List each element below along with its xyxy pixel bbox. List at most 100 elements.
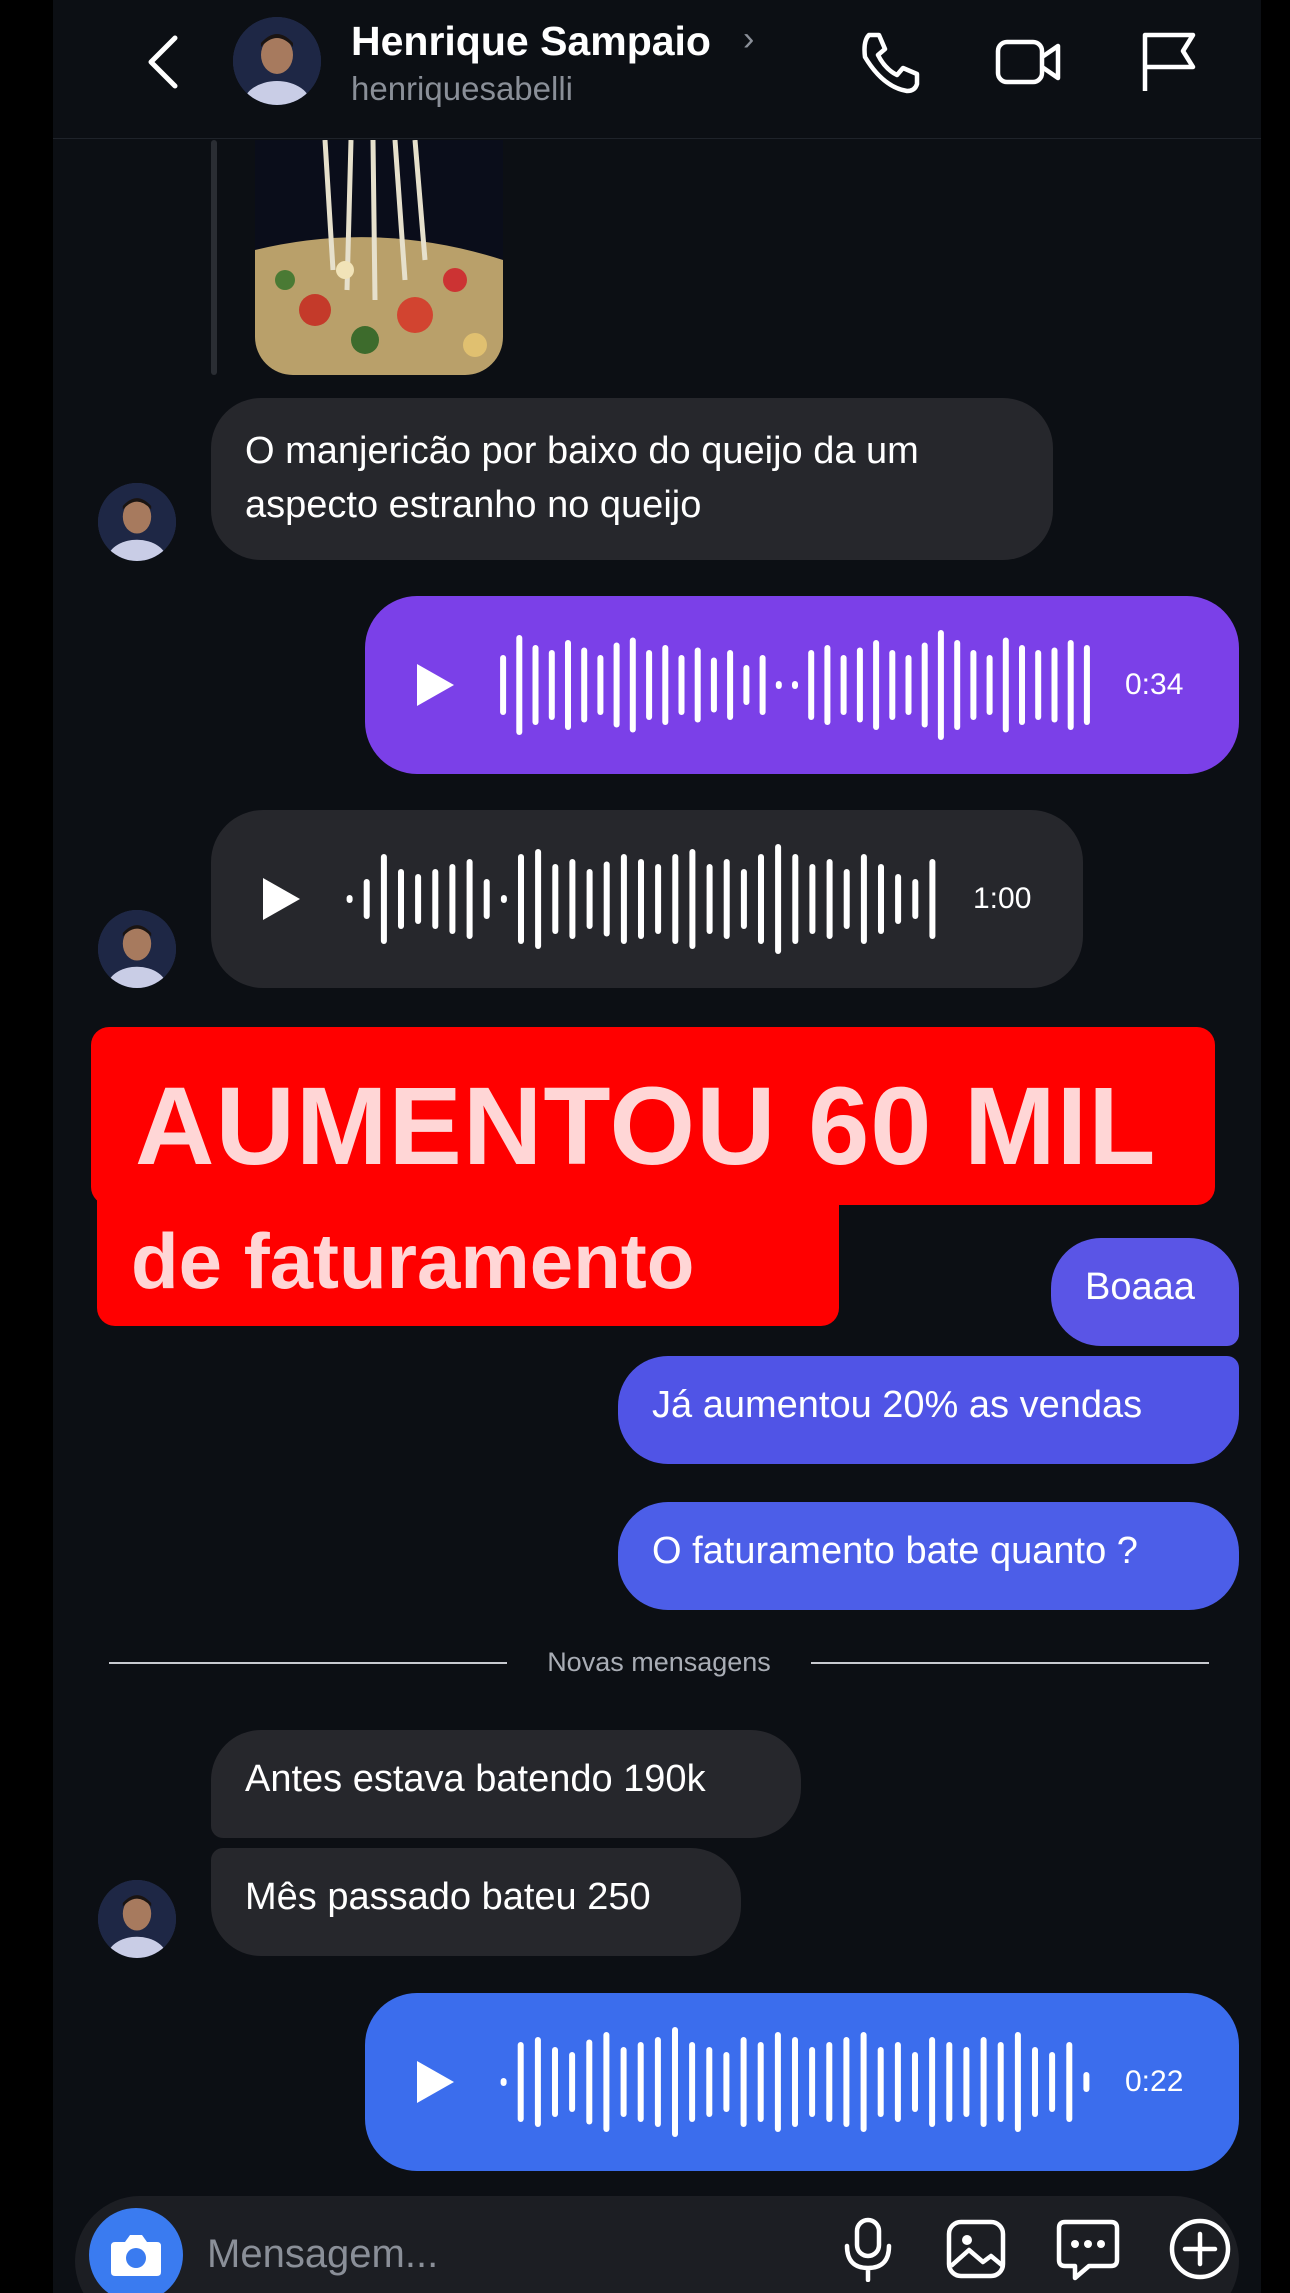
contact-avatar-small[interactable]: [98, 483, 176, 561]
outgoing-message[interactable]: Já aumentou 20% as vendas: [618, 1356, 1239, 1464]
reply-thread-line: [211, 140, 217, 375]
banner-title-text: AUMENTOU 60 MIL: [135, 1065, 1157, 1188]
new-messages-label: Novas mensagens: [547, 1647, 771, 1677]
waveform-bar: [894, 2042, 901, 2122]
waveform-bar: [432, 869, 439, 929]
audio-waveform: [500, 630, 1090, 740]
waveform-bar: [346, 895, 353, 903]
flag-icon[interactable]: [1133, 27, 1203, 97]
waveform-bar: [466, 859, 473, 939]
waveform-bar: [689, 849, 696, 949]
waveform-bar: [743, 665, 750, 705]
waveform-bar: [1035, 650, 1042, 720]
waveform-bar: [759, 655, 766, 715]
waveform-bar: [586, 2039, 593, 2125]
video-icon[interactable]: [993, 27, 1063, 97]
voice-duration: 0:22: [1125, 2065, 1184, 2098]
voice-message-outgoing[interactable]: 0:34: [365, 596, 1239, 774]
message-input[interactable]: Mensagem...: [207, 2232, 438, 2277]
waveform-bar: [706, 2047, 713, 2117]
contact-name[interactable]: Henrique Sampaio: [351, 18, 711, 65]
waveform-bar: [980, 2037, 987, 2127]
waveform-bar: [1051, 647, 1058, 723]
waveform-bar: [581, 647, 588, 723]
waveform-bar: [905, 655, 912, 715]
waveform-bar: [569, 859, 576, 939]
waveform-bar: [929, 2037, 936, 2127]
voice-message-incoming[interactable]: 1:00: [211, 810, 1083, 988]
waveform-bar: [1067, 640, 1074, 730]
play-icon[interactable]: [259, 875, 303, 923]
incoming-message[interactable]: Mês passado bateu 250: [211, 1848, 741, 1956]
waveform-bar: [620, 854, 627, 944]
waveform-bar: [672, 2027, 678, 2137]
waveform-bar: [689, 2042, 696, 2122]
shared-image[interactable]: [255, 140, 503, 375]
waveform-bar: [516, 635, 523, 735]
waveform-bar: [655, 864, 662, 934]
waveform-bar: [792, 681, 798, 689]
voice-duration: 0:34: [1125, 668, 1184, 701]
contact-username[interactable]: henriquesabelli: [351, 70, 573, 108]
waveform-bar: [518, 854, 524, 944]
back-arrow-icon[interactable]: [135, 32, 195, 92]
play-icon[interactable]: [413, 661, 457, 709]
incoming-message[interactable]: Antes estava batendo 190k: [211, 1730, 801, 1838]
waveform-bar: [954, 640, 961, 730]
contact-avatar-small[interactable]: [98, 1880, 176, 1958]
waveform-bar: [500, 655, 507, 715]
waveform-bar: [535, 849, 542, 949]
play-icon[interactable]: [413, 2058, 457, 2106]
waveform-bar: [912, 2052, 918, 2112]
waveform-bar: [380, 854, 387, 944]
waveform-bar: [637, 2042, 644, 2122]
sticker-icon[interactable]: [1055, 2216, 1121, 2282]
banner-subtitle-text: de faturamento: [131, 1217, 695, 1305]
waveform-bar: [534, 2037, 541, 2127]
plus-icon[interactable]: [1167, 2216, 1233, 2282]
waveform-bar: [740, 869, 747, 929]
waveform-bar: [986, 655, 993, 715]
outgoing-message[interactable]: O faturamento bate quanto ?: [618, 1502, 1239, 1610]
contact-avatar[interactable]: [233, 17, 321, 105]
camera-button[interactable]: [89, 2208, 183, 2293]
voice-message-outgoing[interactable]: 0:22: [365, 1993, 1239, 2171]
waveform-bar: [662, 645, 669, 725]
waveform-bar: [860, 854, 867, 944]
incoming-message[interactable]: O manjericão por baixo do queijo da um a…: [211, 398, 1053, 560]
voice-duration: 1:00: [973, 882, 1032, 915]
waveform-bar: [877, 2047, 884, 2117]
waveform-bar: [757, 2042, 764, 2122]
waveform-bar: [620, 2047, 627, 2117]
waveform-bar: [646, 650, 653, 720]
waveform-bar: [824, 645, 831, 725]
waveform-bar: [1019, 645, 1025, 725]
phone-icon[interactable]: [855, 27, 925, 97]
waveform-bar: [1083, 645, 1090, 725]
gallery-icon[interactable]: [943, 2216, 1009, 2282]
promo-banner-title: AUMENTOU 60 MIL: [91, 1027, 1215, 1205]
waveform-bar: [398, 869, 404, 929]
waveform-bar: [629, 637, 636, 733]
waveform-bar: [1032, 2047, 1038, 2117]
contact-avatar-small[interactable]: [98, 910, 176, 988]
waveform-bar: [912, 879, 919, 919]
waveform-bar: [997, 2042, 1004, 2122]
avatar-photo: [98, 483, 176, 561]
waveform-bar: [792, 854, 799, 944]
waveform-bar: [1066, 2042, 1073, 2122]
waveform-bar: [895, 874, 902, 924]
waveform-bar: [878, 864, 884, 934]
waveform-bar: [809, 2047, 816, 2117]
waveform-bar: [415, 874, 422, 924]
waveform-bar: [613, 642, 620, 728]
microphone-icon[interactable]: [835, 2216, 901, 2282]
waveform-bar: [672, 854, 679, 944]
waveform-bar: [758, 854, 764, 944]
chevron-right-icon[interactable]: ›: [743, 20, 754, 59]
outgoing-message[interactable]: Boaaa: [1051, 1238, 1239, 1346]
waveform-bar: [603, 861, 610, 937]
waveform-bar: [654, 2037, 661, 2127]
waveform-bar: [500, 2078, 507, 2086]
waveform-bar: [775, 681, 782, 689]
